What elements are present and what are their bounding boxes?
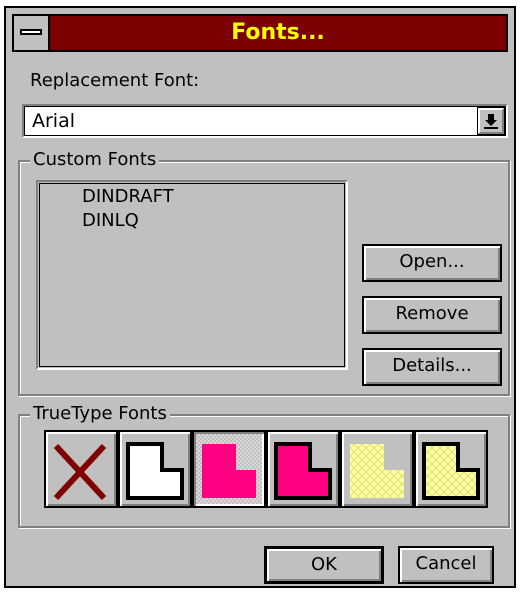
yellow-hatched-corner-icon: [350, 444, 404, 498]
open-button[interactable]: Open...: [362, 244, 502, 282]
truetype-option-yellow-outlined[interactable]: [414, 430, 488, 508]
remove-button-label: Remove: [395, 303, 469, 324]
title-bar: Fonts...: [12, 14, 508, 52]
replacement-font-value: Arial: [32, 110, 76, 132]
custom-fonts-group-label: Custom Fonts: [30, 149, 160, 170]
fonts-dialog: Fonts... Replacement Font: Arial Custom …: [4, 6, 516, 588]
list-item[interactable]: DINDRAFT: [82, 186, 174, 207]
details-button[interactable]: Details...: [362, 348, 502, 386]
ok-button[interactable]: OK: [264, 546, 384, 584]
outline-corner-icon: [126, 442, 184, 500]
replacement-font-select[interactable]: Arial: [22, 104, 508, 138]
system-menu-icon: [20, 29, 42, 35]
x-icon: [53, 443, 107, 501]
truetype-option-pink-outlined[interactable]: [266, 430, 340, 508]
truetype-option-none[interactable]: [44, 430, 118, 508]
window-title: Fonts...: [231, 20, 325, 45]
cancel-button[interactable]: Cancel: [398, 546, 494, 584]
system-menu-button[interactable]: [14, 16, 50, 50]
cancel-button-label: Cancel: [415, 553, 477, 574]
truetype-option-outline[interactable]: [118, 430, 192, 508]
dropdown-button[interactable]: [477, 107, 505, 135]
truetype-fonts-group-label: TrueType Fonts: [30, 403, 170, 424]
truetype-option-yellow[interactable]: [340, 430, 414, 508]
truetype-option-pink[interactable]: [192, 430, 266, 508]
yellow-hatched-corner-outlined-icon: [422, 442, 480, 500]
down-arrow-icon: [484, 114, 498, 129]
pink-corner-icon: [202, 444, 256, 498]
custom-fonts-list[interactable]: DINDRAFT DINLQ: [36, 180, 348, 370]
custom-fonts-group: Custom Fonts DINDRAFT DINLQ Open... Remo…: [18, 149, 510, 396]
details-button-label: Details...: [392, 355, 472, 376]
truetype-fonts-group: TrueType Fonts: [18, 403, 510, 528]
ok-button-label: OK: [311, 554, 337, 575]
list-item[interactable]: DINLQ: [82, 210, 139, 231]
replacement-font-label: Replacement Font:: [30, 70, 200, 91]
remove-button[interactable]: Remove: [362, 296, 502, 334]
pink-corner-outlined-icon: [274, 442, 332, 500]
open-button-label: Open...: [399, 251, 465, 272]
